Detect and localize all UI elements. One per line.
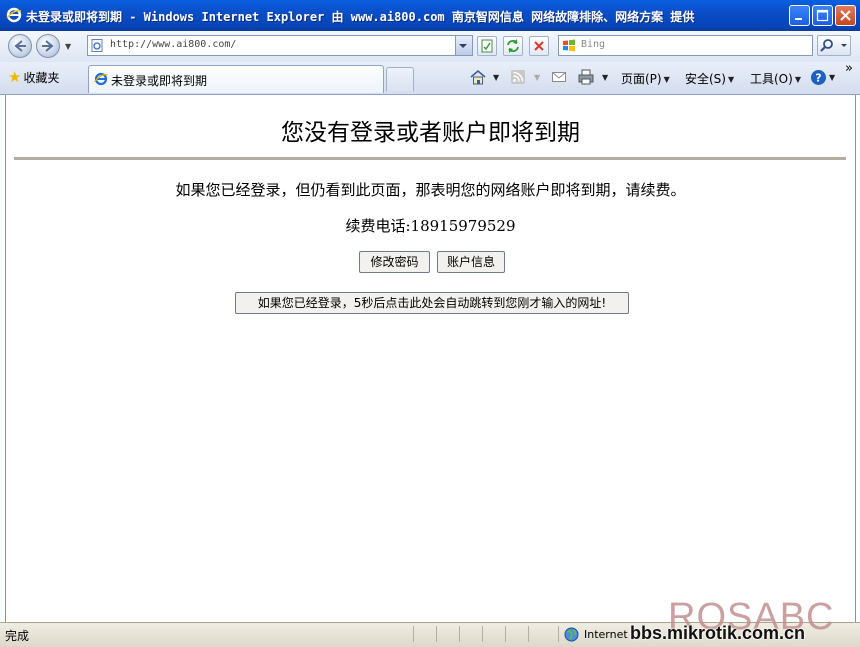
print-dropdown-icon[interactable]: ▼ <box>600 70 608 84</box>
back-arrow-icon <box>14 40 26 52</box>
new-tab-button[interactable] <box>386 67 414 91</box>
title-bar: 未登录或即将到期 - Windows Internet Explorer 由 w… <box>0 0 860 31</box>
feeds-icon[interactable] <box>510 69 526 85</box>
status-divider <box>528 626 529 642</box>
page-menu-label: 页面(P) <box>621 72 662 86</box>
page-icon <box>91 39 103 52</box>
status-divider <box>436 626 437 642</box>
refresh-icon <box>507 39 519 53</box>
status-divider <box>459 626 460 642</box>
stop-icon <box>534 41 544 51</box>
page-menu[interactable]: 页面(P) ▼ <box>621 70 670 87</box>
safety-menu-label: 安全(S) <box>685 72 726 86</box>
address-toolbar: ▼ http://www.ai800.com/ Bing <box>0 31 860 62</box>
search-placeholder: Bing <box>581 39 606 50</box>
safety-menu[interactable]: 安全(S) ▼ <box>685 70 734 87</box>
windows-logo-icon <box>563 39 575 52</box>
heading-divider <box>14 157 846 160</box>
status-text: 完成 <box>5 629 30 643</box>
address-url[interactable]: http://www.ai800.com/ <box>110 39 236 50</box>
chevron-down-icon <box>459 44 467 48</box>
search-icon <box>820 39 847 52</box>
ie-logo-icon <box>6 7 22 23</box>
expiry-message: 如果您已经登录，但仍看到此页面，那表明您的网络账户即将到期，请续费。 <box>175 181 686 199</box>
status-divider <box>413 626 414 642</box>
feeds-dropdown-icon[interactable]: ▼ <box>532 70 540 84</box>
ie-page-icon <box>94 72 108 86</box>
status-divider <box>505 626 506 642</box>
watermark-site: bbs.mikrotik.com.cn <box>630 623 806 643</box>
favorites-label: 收藏夹 <box>23 70 60 85</box>
close-icon <box>840 10 851 21</box>
forward-button[interactable] <box>36 34 60 58</box>
chevron-down-icon: ▼ <box>727 75 735 84</box>
compatibility-icon <box>481 39 493 53</box>
tab-label: 未登录或即将到期 <box>111 74 208 88</box>
tools-menu-label: 工具(O) <box>750 72 793 86</box>
change-password-button[interactable]: 修改密码 <box>359 251 430 273</box>
status-divider <box>558 626 559 642</box>
close-window-button[interactable] <box>835 5 856 26</box>
toolbar-overflow-button[interactable]: » <box>845 61 853 76</box>
search-field[interactable]: Bing <box>558 35 813 56</box>
internet-zone-icon <box>564 627 579 642</box>
home-dropdown-icon[interactable]: ▼ <box>491 70 499 84</box>
address-dropdown-button[interactable] <box>455 36 472 55</box>
status-divider <box>482 626 483 642</box>
maximize-icon <box>816 9 829 22</box>
security-zone-label: Internet <box>584 628 628 641</box>
home-icon[interactable] <box>469 69 487 86</box>
page-heading: 您没有登录或者账户即将到期 <box>281 120 580 146</box>
compatibility-view-button[interactable] <box>477 36 497 56</box>
print-icon[interactable] <box>577 69 595 86</box>
help-dropdown-icon[interactable]: ▼ <box>827 70 835 84</box>
window-title: 未登录或即将到期 - Windows Internet Explorer 由 w… <box>26 10 695 24</box>
maximize-button[interactable] <box>812 5 833 26</box>
chevron-down-icon: ▼ <box>794 75 801 84</box>
refresh-button[interactable] <box>503 36 523 56</box>
forward-arrow-icon <box>42 40 54 52</box>
renewal-phone: 续费电话:18915979529 <box>345 217 516 235</box>
back-button[interactable] <box>8 34 32 58</box>
address-bar[interactable]: http://www.ai800.com/ <box>87 35 473 56</box>
history-dropdown-icon[interactable]: ▼ <box>65 42 71 51</box>
chevron-down-icon: ▼ <box>663 75 670 84</box>
svg-text:?: ? <box>815 72 821 85</box>
page-content: 您没有登录或者账户即将到期 如果您已经登录，但仍看到此页面，那表明您的网络账户即… <box>5 95 856 622</box>
minimize-icon <box>795 18 802 20</box>
favorites-button[interactable]: ★ 收藏夹 <box>8 68 59 88</box>
search-button[interactable] <box>817 35 851 56</box>
read-mail-icon[interactable] <box>551 69 567 85</box>
redirect-button[interactable]: 如果您已经登录，5秒后点击此处会自动跳转到您刚才输入的网址! <box>235 292 629 314</box>
tab-toolbar: ★ 收藏夹 未登录或即将到期 ▼ ▼ ▼ 页面(P) ▼ 安全(S) ▼ 工具(O) ▼… <box>0 61 860 95</box>
stop-button[interactable] <box>529 36 549 56</box>
tab-current[interactable]: 未登录或即将到期 <box>88 65 384 93</box>
account-info-button[interactable]: 账户信息 <box>437 251 505 273</box>
help-icon[interactable]: ? <box>810 69 827 86</box>
favorites-star-icon: ★ <box>8 68 22 86</box>
minimize-button[interactable] <box>789 5 810 26</box>
tools-menu[interactable]: 工具(O) ▼ <box>750 70 801 87</box>
